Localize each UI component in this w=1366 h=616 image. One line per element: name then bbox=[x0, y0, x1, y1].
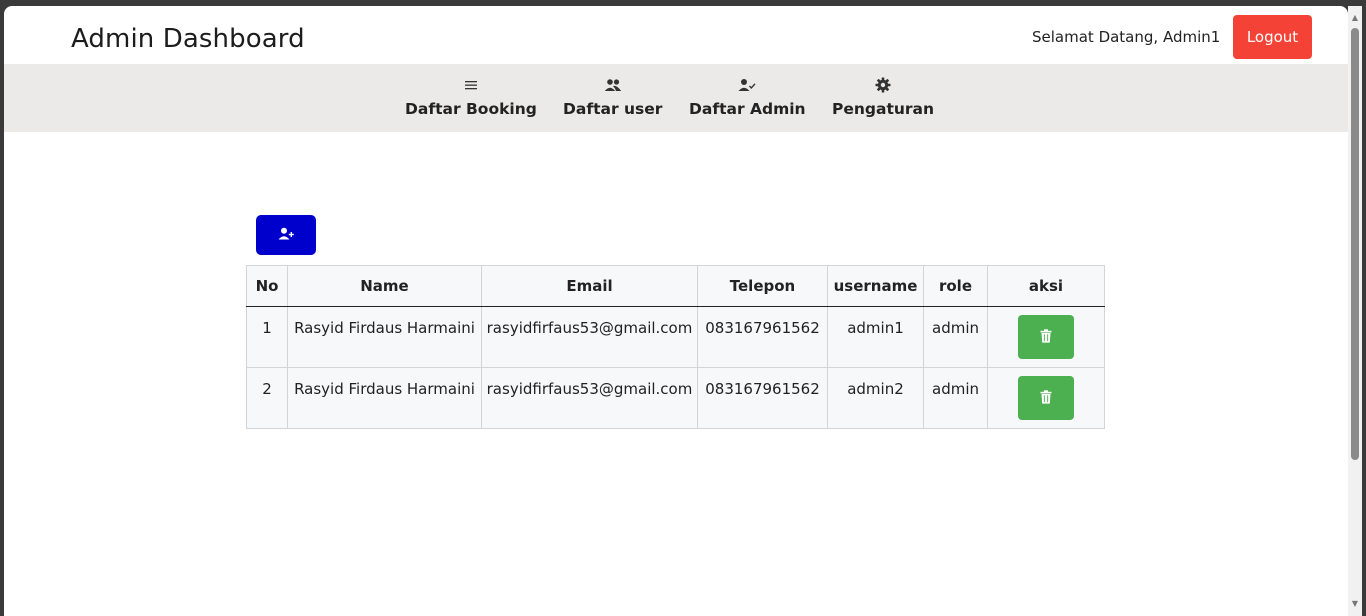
cell-username: admin2 bbox=[827, 367, 924, 429]
cell-telepon: 083167961562 bbox=[697, 367, 828, 429]
admin-table: No Name Email Telepon username role aksi… bbox=[246, 265, 1105, 429]
nav-item-daftar-booking[interactable]: Daftar Booking bbox=[405, 76, 537, 118]
cell-email: rasyidfirfaus53@gmail.com bbox=[481, 306, 698, 368]
cell-username: admin1 bbox=[827, 306, 924, 368]
cell-role: admin bbox=[923, 306, 988, 368]
cell-telepon: 083167961562 bbox=[697, 306, 828, 368]
scroll-down-arrow-icon[interactable]: ▼ bbox=[1350, 600, 1360, 608]
cell-role: admin bbox=[923, 367, 988, 429]
welcome-text: Selamat Datang, Admin1 bbox=[1032, 28, 1221, 46]
cell-name: Rasyid Firdaus Harmaini bbox=[287, 367, 482, 429]
cell-no: 1 bbox=[246, 306, 288, 368]
column-header: role bbox=[923, 265, 988, 307]
user-plus-icon bbox=[278, 227, 295, 243]
cell-no: 2 bbox=[246, 367, 288, 429]
column-header: username bbox=[827, 265, 924, 307]
browser-viewport: Admin Dashboard Selamat Datang, Admin1 L… bbox=[4, 6, 1348, 616]
column-header: Telepon bbox=[697, 265, 828, 307]
menu-icon bbox=[464, 76, 478, 94]
nav-item-label: Daftar user bbox=[563, 100, 663, 118]
table-row: 2 Rasyid Firdaus Harmaini rasyidfirfaus5… bbox=[246, 367, 1105, 429]
cell-aksi bbox=[987, 367, 1105, 429]
user-check-icon bbox=[738, 76, 756, 94]
delete-button[interactable] bbox=[1018, 376, 1074, 420]
logout-button[interactable]: Logout bbox=[1233, 15, 1312, 59]
cell-aksi bbox=[987, 306, 1105, 368]
add-admin-button[interactable] bbox=[256, 215, 316, 255]
window-edge bbox=[1362, 0, 1366, 616]
nav-item-label: Pengaturan bbox=[832, 100, 935, 118]
nav-item-pengaturan[interactable]: Pengaturan bbox=[832, 76, 934, 118]
nav-item-daftar-admin[interactable]: Daftar Admin bbox=[689, 76, 806, 118]
column-header: No bbox=[246, 265, 288, 307]
top-header: Admin Dashboard Selamat Datang, Admin1 L… bbox=[4, 6, 1348, 64]
nav-item-daftar-user[interactable]: Daftar user bbox=[563, 76, 662, 118]
users-icon bbox=[604, 76, 622, 94]
column-header: aksi bbox=[987, 265, 1105, 307]
cell-email: rasyidfirfaus53@gmail.com bbox=[481, 367, 698, 429]
table-row: 1 Rasyid Firdaus Harmaini rasyidfirfaus5… bbox=[246, 306, 1105, 368]
page-title: Admin Dashboard bbox=[71, 24, 305, 54]
column-header: Name bbox=[287, 265, 482, 307]
nav-item-label: Daftar Booking bbox=[405, 100, 537, 118]
column-header: Email bbox=[481, 265, 698, 307]
nav-item-label: Daftar Admin bbox=[689, 100, 806, 118]
cell-name: Rasyid Firdaus Harmaini bbox=[287, 306, 482, 368]
trash-icon bbox=[1040, 389, 1052, 407]
trash-icon bbox=[1040, 328, 1052, 346]
scroll-up-arrow-icon[interactable]: ▲ bbox=[1350, 14, 1360, 22]
table-header-row: No Name Email Telepon username role aksi bbox=[246, 265, 1105, 307]
delete-button[interactable] bbox=[1018, 315, 1074, 359]
gear-icon bbox=[875, 76, 891, 94]
nav-bar: Daftar Booking Daftar user Daftar Admin bbox=[4, 64, 1348, 132]
vertical-scrollbar[interactable]: ▲ ▼ bbox=[1348, 6, 1362, 616]
scroll-thumb[interactable] bbox=[1351, 28, 1359, 460]
